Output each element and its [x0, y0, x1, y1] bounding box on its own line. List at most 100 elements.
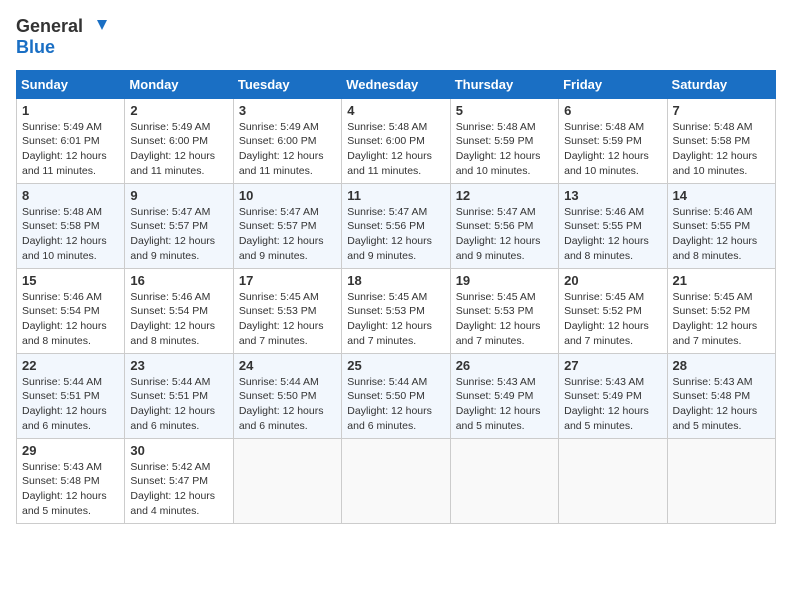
cell-content: Sunrise: 5:45 AM Sunset: 5:53 PM Dayligh…: [239, 291, 324, 347]
day-number: 9: [130, 188, 227, 203]
day-number: 29: [22, 443, 119, 458]
calendar-cell: 10 Sunrise: 5:47 AM Sunset: 5:57 PM Dayl…: [233, 183, 341, 268]
cell-content: Sunrise: 5:45 AM Sunset: 5:53 PM Dayligh…: [456, 291, 541, 347]
cell-content: Sunrise: 5:44 AM Sunset: 5:51 PM Dayligh…: [22, 376, 107, 432]
logo-general: General: [16, 17, 83, 37]
calendar-cell: 26 Sunrise: 5:43 AM Sunset: 5:49 PM Dayl…: [450, 353, 558, 438]
day-number: 1: [22, 103, 119, 118]
calendar-table: SundayMondayTuesdayWednesdayThursdayFrid…: [16, 70, 776, 524]
week-row-2: 8 Sunrise: 5:48 AM Sunset: 5:58 PM Dayli…: [17, 183, 776, 268]
calendar-cell: 23 Sunrise: 5:44 AM Sunset: 5:51 PM Dayl…: [125, 353, 233, 438]
calendar-cell: 28 Sunrise: 5:43 AM Sunset: 5:48 PM Dayl…: [667, 353, 775, 438]
day-number: 22: [22, 358, 119, 373]
day-number: 20: [564, 273, 661, 288]
cell-content: Sunrise: 5:47 AM Sunset: 5:57 PM Dayligh…: [130, 206, 215, 262]
calendar-cell: 9 Sunrise: 5:47 AM Sunset: 5:57 PM Dayli…: [125, 183, 233, 268]
cell-content: Sunrise: 5:44 AM Sunset: 5:50 PM Dayligh…: [347, 376, 432, 432]
day-number: 21: [673, 273, 770, 288]
cell-content: Sunrise: 5:48 AM Sunset: 5:58 PM Dayligh…: [673, 121, 758, 177]
cell-content: Sunrise: 5:44 AM Sunset: 5:50 PM Dayligh…: [239, 376, 324, 432]
calendar-cell: 29 Sunrise: 5:43 AM Sunset: 5:48 PM Dayl…: [17, 438, 125, 523]
cell-content: Sunrise: 5:48 AM Sunset: 5:59 PM Dayligh…: [456, 121, 541, 177]
day-number: 19: [456, 273, 553, 288]
calendar-cell: [667, 438, 775, 523]
logo: General Blue: [16, 16, 107, 58]
week-row-4: 22 Sunrise: 5:44 AM Sunset: 5:51 PM Dayl…: [17, 353, 776, 438]
day-number: 18: [347, 273, 444, 288]
day-number: 16: [130, 273, 227, 288]
calendar-cell: 13 Sunrise: 5:46 AM Sunset: 5:55 PM Dayl…: [559, 183, 667, 268]
calendar-cell: 2 Sunrise: 5:49 AM Sunset: 6:00 PM Dayli…: [125, 98, 233, 183]
column-header-tuesday: Tuesday: [233, 70, 341, 98]
day-number: 14: [673, 188, 770, 203]
day-number: 10: [239, 188, 336, 203]
calendar-cell: 8 Sunrise: 5:48 AM Sunset: 5:58 PM Dayli…: [17, 183, 125, 268]
day-number: 11: [347, 188, 444, 203]
column-header-saturday: Saturday: [667, 70, 775, 98]
calendar-cell: 18 Sunrise: 5:45 AM Sunset: 5:53 PM Dayl…: [342, 268, 450, 353]
cell-content: Sunrise: 5:47 AM Sunset: 5:56 PM Dayligh…: [456, 206, 541, 262]
cell-content: Sunrise: 5:45 AM Sunset: 5:53 PM Dayligh…: [347, 291, 432, 347]
cell-content: Sunrise: 5:47 AM Sunset: 5:56 PM Dayligh…: [347, 206, 432, 262]
calendar-cell: 15 Sunrise: 5:46 AM Sunset: 5:54 PM Dayl…: [17, 268, 125, 353]
cell-content: Sunrise: 5:46 AM Sunset: 5:54 PM Dayligh…: [130, 291, 215, 347]
day-number: 27: [564, 358, 661, 373]
calendar-cell: 22 Sunrise: 5:44 AM Sunset: 5:51 PM Dayl…: [17, 353, 125, 438]
calendar-cell: [559, 438, 667, 523]
calendar-cell: 4 Sunrise: 5:48 AM Sunset: 6:00 PM Dayli…: [342, 98, 450, 183]
day-number: 13: [564, 188, 661, 203]
calendar-cell: 25 Sunrise: 5:44 AM Sunset: 5:50 PM Dayl…: [342, 353, 450, 438]
day-number: 26: [456, 358, 553, 373]
cell-content: Sunrise: 5:43 AM Sunset: 5:49 PM Dayligh…: [456, 376, 541, 432]
day-number: 25: [347, 358, 444, 373]
week-row-1: 1 Sunrise: 5:49 AM Sunset: 6:01 PM Dayli…: [17, 98, 776, 183]
cell-content: Sunrise: 5:49 AM Sunset: 6:00 PM Dayligh…: [130, 121, 215, 177]
day-number: 3: [239, 103, 336, 118]
calendar-cell: 7 Sunrise: 5:48 AM Sunset: 5:58 PM Dayli…: [667, 98, 775, 183]
day-number: 5: [456, 103, 553, 118]
calendar-cell: 12 Sunrise: 5:47 AM Sunset: 5:56 PM Dayl…: [450, 183, 558, 268]
day-number: 4: [347, 103, 444, 118]
column-header-friday: Friday: [559, 70, 667, 98]
cell-content: Sunrise: 5:49 AM Sunset: 6:01 PM Dayligh…: [22, 121, 107, 177]
calendar-cell: 5 Sunrise: 5:48 AM Sunset: 5:59 PM Dayli…: [450, 98, 558, 183]
column-header-sunday: Sunday: [17, 70, 125, 98]
calendar-cell: 20 Sunrise: 5:45 AM Sunset: 5:52 PM Dayl…: [559, 268, 667, 353]
calendar-cell: 16 Sunrise: 5:46 AM Sunset: 5:54 PM Dayl…: [125, 268, 233, 353]
day-number: 17: [239, 273, 336, 288]
cell-content: Sunrise: 5:47 AM Sunset: 5:57 PM Dayligh…: [239, 206, 324, 262]
header: General Blue: [16, 16, 776, 58]
day-number: 12: [456, 188, 553, 203]
cell-content: Sunrise: 5:44 AM Sunset: 5:51 PM Dayligh…: [130, 376, 215, 432]
week-row-5: 29 Sunrise: 5:43 AM Sunset: 5:48 PM Dayl…: [17, 438, 776, 523]
cell-content: Sunrise: 5:46 AM Sunset: 5:55 PM Dayligh…: [564, 206, 649, 262]
column-header-thursday: Thursday: [450, 70, 558, 98]
cell-content: Sunrise: 5:48 AM Sunset: 5:58 PM Dayligh…: [22, 206, 107, 262]
day-number: 23: [130, 358, 227, 373]
cell-content: Sunrise: 5:42 AM Sunset: 5:47 PM Dayligh…: [130, 461, 215, 517]
logo-blue: Blue: [16, 38, 55, 58]
logo-bird-icon: [85, 16, 107, 38]
header-row: SundayMondayTuesdayWednesdayThursdayFrid…: [17, 70, 776, 98]
calendar-cell: 27 Sunrise: 5:43 AM Sunset: 5:49 PM Dayl…: [559, 353, 667, 438]
column-header-wednesday: Wednesday: [342, 70, 450, 98]
day-number: 6: [564, 103, 661, 118]
cell-content: Sunrise: 5:48 AM Sunset: 6:00 PM Dayligh…: [347, 121, 432, 177]
calendar-cell: 24 Sunrise: 5:44 AM Sunset: 5:50 PM Dayl…: [233, 353, 341, 438]
cell-content: Sunrise: 5:46 AM Sunset: 5:54 PM Dayligh…: [22, 291, 107, 347]
calendar-cell: 30 Sunrise: 5:42 AM Sunset: 5:47 PM Dayl…: [125, 438, 233, 523]
calendar-cell: 1 Sunrise: 5:49 AM Sunset: 6:01 PM Dayli…: [17, 98, 125, 183]
day-number: 28: [673, 358, 770, 373]
cell-content: Sunrise: 5:43 AM Sunset: 5:48 PM Dayligh…: [22, 461, 107, 517]
calendar-cell: [450, 438, 558, 523]
day-number: 30: [130, 443, 227, 458]
cell-content: Sunrise: 5:43 AM Sunset: 5:48 PM Dayligh…: [673, 376, 758, 432]
cell-content: Sunrise: 5:48 AM Sunset: 5:59 PM Dayligh…: [564, 121, 649, 177]
day-number: 2: [130, 103, 227, 118]
calendar-cell: 6 Sunrise: 5:48 AM Sunset: 5:59 PM Dayli…: [559, 98, 667, 183]
cell-content: Sunrise: 5:45 AM Sunset: 5:52 PM Dayligh…: [564, 291, 649, 347]
day-number: 7: [673, 103, 770, 118]
cell-content: Sunrise: 5:46 AM Sunset: 5:55 PM Dayligh…: [673, 206, 758, 262]
day-number: 15: [22, 273, 119, 288]
calendar-cell: 11 Sunrise: 5:47 AM Sunset: 5:56 PM Dayl…: [342, 183, 450, 268]
